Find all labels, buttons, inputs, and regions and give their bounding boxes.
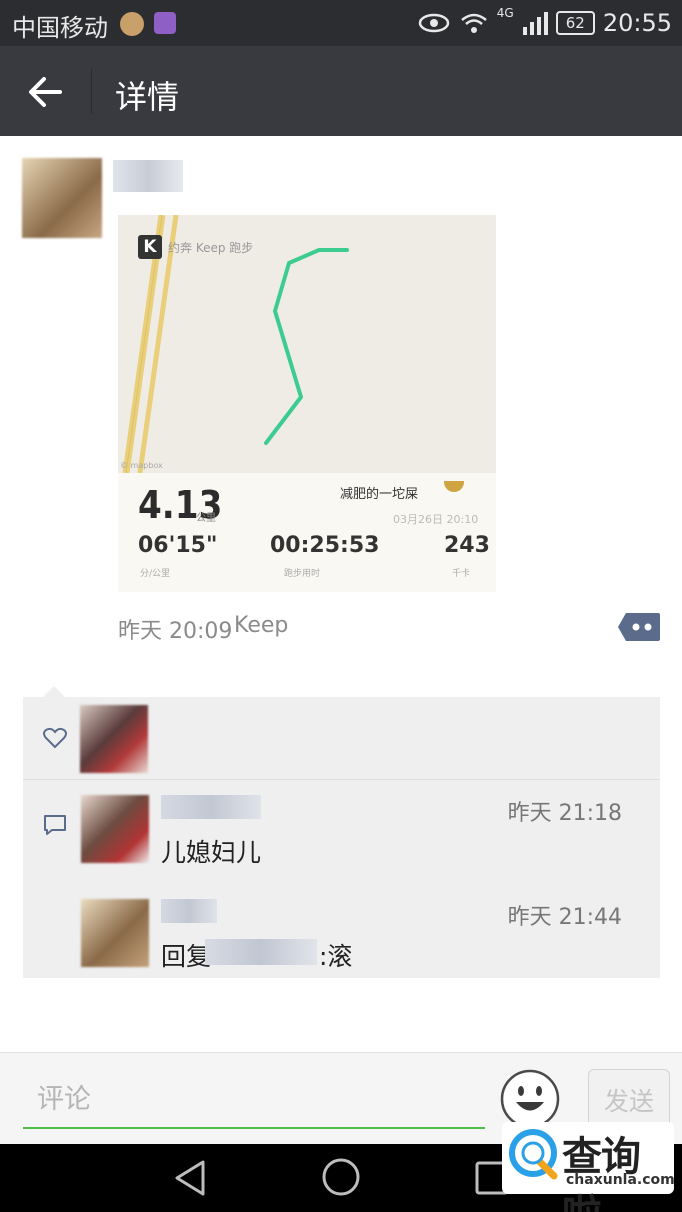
app-bar-divider: [91, 68, 92, 114]
comment-text: 儿媳妇儿: [161, 838, 262, 867]
author-name-blurred[interactable]: [113, 160, 183, 192]
gallery-app-icon: [154, 12, 176, 34]
author-avatar[interactable]: [22, 158, 102, 238]
nav-home-icon[interactable]: [320, 1156, 362, 1198]
keep-app-tag: 约奔 Keep 跑步: [168, 241, 254, 255]
liker-avatar[interactable]: [80, 705, 148, 773]
comment-time: 昨天 21:44: [507, 905, 622, 930]
map-watermark: © mapbox: [120, 461, 163, 470]
commenter-name-blurred[interactable]: [161, 795, 261, 819]
likes-row: [23, 697, 660, 779]
site-name: 查询啦: [562, 1133, 641, 1212]
duration-value: 00:25:53: [270, 533, 380, 558]
status-indicators: 4G 62 20:55: [417, 6, 672, 40]
interactions-panel: 昨天 21:18 儿媳妇儿 昨天 21:44 回复 :滚: [23, 697, 660, 978]
calories-value: 243: [444, 533, 490, 558]
run-route-line: [264, 248, 349, 445]
pace-label: 分/公里: [140, 569, 171, 579]
eye-icon: [418, 13, 450, 33]
user-signature: 减肥的一坨屎: [340, 487, 419, 502]
app-bar: 详情: [0, 46, 682, 136]
commenter-avatar[interactable]: [81, 899, 149, 967]
heart-icon: [43, 727, 67, 749]
page-title: 详情: [115, 78, 180, 116]
comment-item[interactable]: 昨天 21:18 儿媳妇儿: [23, 787, 660, 877]
comment-time: 昨天 21:18: [507, 801, 622, 826]
network-type: 4G: [496, 6, 514, 20]
keep-run-card[interactable]: K 约奔 Keep 跑步 © mapbox 4.13 公里 减肥的一坨屎 03月…: [118, 215, 496, 592]
panel-pointer: [43, 686, 65, 697]
wifi-icon: [460, 13, 487, 33]
signal-icon: [522, 12, 548, 35]
back-arrow-icon[interactable]: [24, 70, 68, 114]
comment-item[interactable]: 昨天 21:44 回复 :滚: [23, 891, 660, 975]
carrier-label: 中国移动: [12, 14, 108, 42]
run-date: 03月26日 20:10: [393, 513, 479, 526]
replied-name-blurred: [205, 939, 317, 965]
post-timestamp: 昨天 20:09: [118, 619, 233, 644]
keep-logo-icon: K: [138, 235, 162, 259]
post-source-link[interactable]: Keep: [234, 613, 288, 638]
comment-menu-icon[interactable]: [618, 613, 660, 641]
duration-label: 跑步用时: [284, 569, 321, 579]
comment-text: :滚: [319, 942, 353, 971]
status-bar: 中国移动 4G 62 20:55: [0, 0, 682, 46]
reply-prefix: 回复: [161, 942, 212, 971]
clock: 20:55: [602, 9, 672, 37]
route-map: K 约奔 Keep 跑步 © mapbox: [118, 215, 496, 474]
pace-value: 06'15": [138, 533, 218, 558]
search-q-logo-icon: [509, 1129, 558, 1180]
battery-indicator: 62: [555, 11, 595, 35]
emoji-icon[interactable]: [500, 1069, 560, 1129]
comment-input[interactable]: [23, 1071, 485, 1129]
game-app-icon: [120, 12, 144, 36]
site-watermark-badge: 查询啦 chaxunla.com: [502, 1122, 675, 1212]
commenter-avatar[interactable]: [81, 795, 149, 863]
site-url: chaxunla.com: [566, 1172, 675, 1188]
panel-divider: [23, 779, 660, 780]
distance-unit: 公里: [196, 513, 216, 524]
nav-back-icon[interactable]: [171, 1158, 211, 1198]
commenter-name-blurred[interactable]: [161, 899, 217, 923]
calories-label: 千卡: [452, 569, 471, 579]
